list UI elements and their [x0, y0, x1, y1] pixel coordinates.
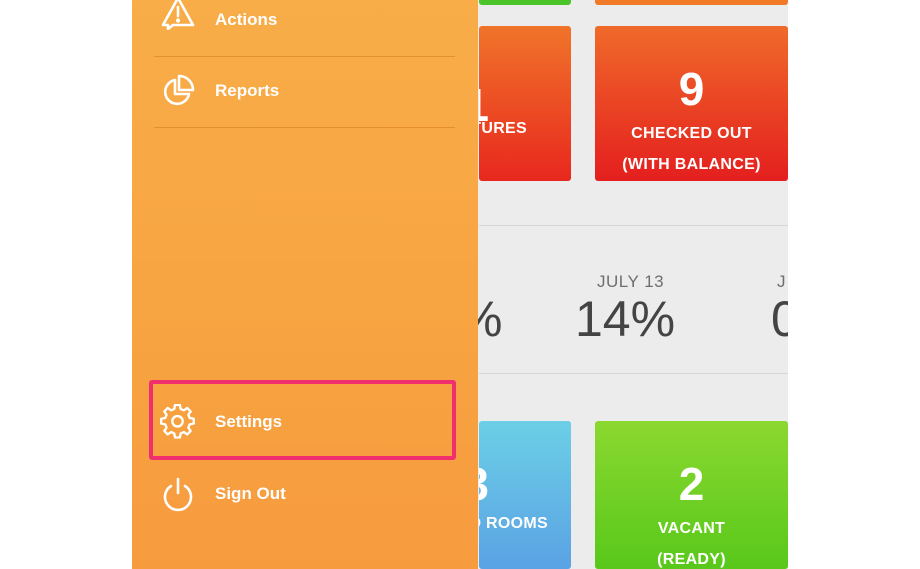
menu-separator [154, 56, 455, 57]
checked-out-count: 9 [678, 63, 705, 115]
rooms-label: D ROOMS [479, 515, 548, 532]
pie-chart-icon [160, 73, 196, 109]
menu-item-label: Reports [215, 81, 280, 100]
menu-item-sign-out[interactable]: Sign Out [132, 474, 478, 514]
vacant-label: VACANT [657, 520, 726, 537]
vacant-tile[interactable]: 2 VACANT (READY) [595, 421, 788, 569]
checked-out-tile[interactable]: 9 CHECKED OUT (WITH BALANCE) [595, 26, 788, 181]
checked-out-label: CHECKED OUT [631, 125, 752, 142]
divider [479, 225, 788, 226]
departures-tile[interactable]: 1 TURES [479, 26, 571, 181]
power-icon [160, 476, 196, 512]
occupancy-value: 14% [575, 291, 676, 347]
vacant-sublabel: (READY) [657, 551, 726, 568]
occupancy-date: JULY 13 [597, 272, 665, 291]
checked-out-sublabel: (WITH BALANCE) [622, 156, 761, 173]
occupancy-value-partial: 0 [771, 291, 788, 347]
app-frame: 1 TURES 9 CHECKED OUT (WITH BALANCE) JUL… [132, 0, 788, 569]
side-menu: Actions Reports Settings Sign Out [132, 0, 478, 569]
menu-separator [154, 127, 455, 128]
rooms-tile[interactable]: 3 D ROOMS [479, 421, 571, 569]
settings-highlight-box [149, 380, 456, 460]
tile-top-strip [595, 0, 788, 5]
rooms-count: 3 [479, 461, 489, 507]
warning-icon [160, 0, 196, 31]
departures-label: TURES [479, 120, 527, 137]
menu-item-label: Actions [215, 10, 278, 29]
occupancy-date-partial: J [777, 272, 786, 291]
tile-top-strip [479, 0, 571, 5]
divider [479, 373, 788, 374]
vacant-count: 2 [678, 458, 705, 510]
menu-item-actions[interactable]: Actions [132, 0, 478, 40]
menu-item-label: Sign Out [215, 484, 286, 503]
menu-item-reports[interactable]: Reports [132, 71, 478, 111]
